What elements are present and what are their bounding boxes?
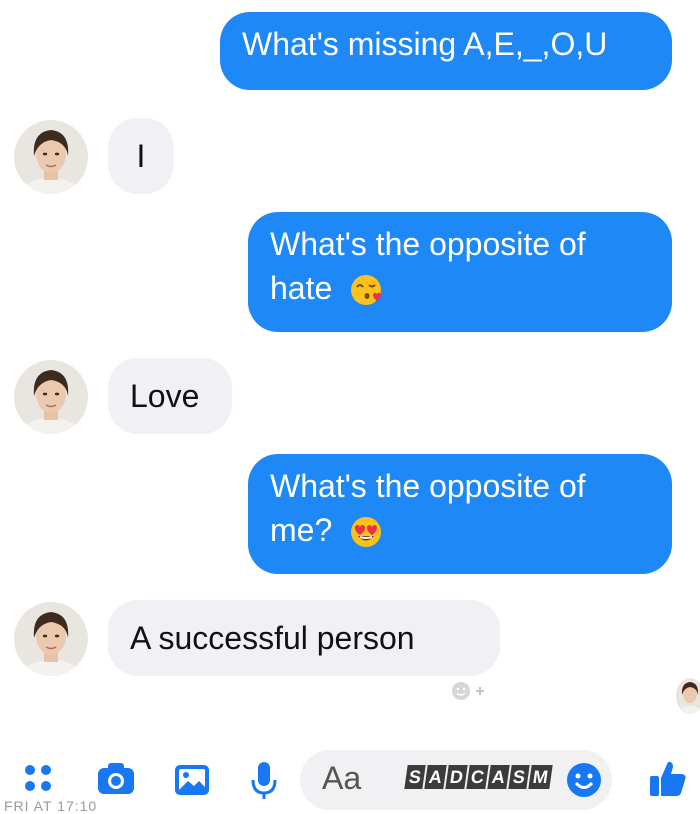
timestamp: FRI AT 17:10	[4, 798, 98, 814]
watermark-letter: D	[445, 765, 468, 789]
incoming-message-3[interactable]: A successful person	[108, 600, 500, 676]
add-reaction-icon[interactable]	[450, 680, 490, 707]
watermark: S A D C A S M	[404, 765, 553, 789]
seen-avatar-icon	[676, 678, 700, 714]
camera-icon[interactable]	[96, 762, 136, 801]
heart-eyes-emoji-icon	[349, 515, 383, 560]
watermark-letter: A	[487, 765, 510, 789]
incoming-message-1[interactable]: I	[108, 118, 174, 194]
message-input-placeholder: Aa	[322, 760, 362, 796]
watermark-letter: S	[404, 765, 426, 789]
watermark-letter: A	[424, 765, 447, 789]
microphone-icon[interactable]	[250, 760, 278, 805]
avatar[interactable]	[14, 602, 88, 676]
message-text: A successful person	[130, 620, 415, 656]
message-text: I	[136, 138, 146, 174]
gallery-icon[interactable]	[174, 764, 210, 801]
menu-dots-icon[interactable]	[22, 762, 54, 799]
incoming-message-2[interactable]: Love	[108, 358, 232, 434]
outgoing-message-3[interactable]: What's the opposite of me?	[248, 454, 672, 574]
outgoing-message-2[interactable]: What's the opposite of hate	[248, 212, 672, 332]
kissing-heart-emoji-icon	[349, 273, 383, 318]
watermark-letter: S	[508, 765, 530, 789]
outgoing-message-1[interactable]: What's missing A,E,_,O,U	[220, 12, 672, 90]
message-text-line-1: What's the opposite of	[270, 468, 586, 504]
message-text-line-1: What's the opposite of	[270, 226, 586, 262]
message-text: Love	[130, 378, 200, 414]
message-text-line-2: me?	[270, 512, 333, 548]
avatar[interactable]	[14, 360, 88, 434]
emoji-icon[interactable]	[566, 762, 602, 803]
watermark-letter: C	[466, 765, 489, 789]
watermark-letter: M	[528, 765, 553, 789]
like-icon[interactable]	[648, 758, 688, 803]
message-text: What's missing A,E,_,O,U	[242, 26, 608, 62]
avatar[interactable]	[14, 120, 88, 194]
message-text-line-2: hate	[270, 270, 333, 306]
